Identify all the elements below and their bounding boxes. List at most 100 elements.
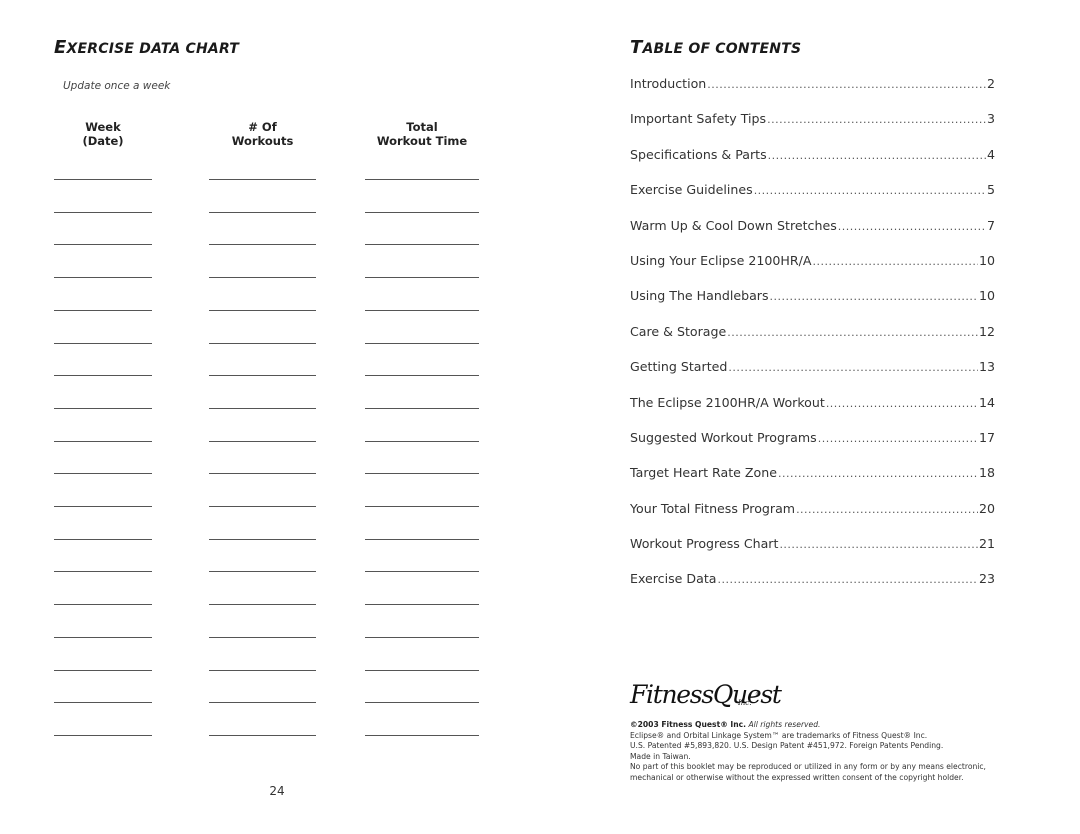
toc-entry: Exercise Data 23	[630, 571, 995, 606]
week-date-blank	[54, 440, 152, 442]
toc-entry: Warm Up & Cool Down Stretches 7	[630, 218, 995, 253]
toc-entry-page: 13	[978, 359, 995, 375]
toc-entry-title: Exercise Data	[630, 571, 717, 587]
toc-entry-page: 10	[978, 252, 995, 268]
workouts-blank	[209, 604, 316, 606]
workouts-blank	[209, 342, 316, 344]
title-initial: E	[54, 37, 67, 58]
toc-entry-page: 18	[978, 465, 995, 481]
toc-entry-title: Suggested Workout Programs	[630, 429, 817, 445]
toc-entry-title: Warm Up & Cool Down Stretches	[630, 217, 837, 233]
workouts-blank	[209, 636, 316, 638]
week-date-blank	[54, 506, 152, 507]
workouts-blank	[209, 375, 316, 377]
workout-time-blank	[365, 604, 479, 606]
column-header-total-time: Total Workout Time	[365, 120, 479, 148]
toc-entry-title: Specifications & Parts	[630, 146, 767, 162]
toc-dot-leader	[779, 538, 978, 551]
toc-entry: Using Your Eclipse 2100HR/A 10	[630, 253, 995, 288]
week-date-blank	[54, 277, 152, 279]
toc-entry: Your Total Fitness Program 20	[630, 501, 995, 536]
week-date-blank	[54, 309, 152, 311]
copyright-line: ©2003 Fitness Quest® Inc. All rights res…	[630, 720, 1030, 731]
toc-entry-page: 20	[978, 500, 995, 516]
workout-time-blank	[365, 506, 479, 507]
toc-dot-leader	[727, 326, 978, 339]
week-date-blank	[54, 702, 152, 704]
title-rest: ABLE OF CONTENTS	[642, 41, 802, 57]
rights-reserved: All rights reserved.	[746, 720, 821, 729]
workouts-blank	[209, 473, 316, 475]
toc-entry-title: Target Heart Rate Zone	[630, 465, 777, 481]
workouts-blank	[209, 407, 316, 409]
workouts-blank	[209, 702, 316, 704]
title-rest: XERCISE DATA CHART	[66, 41, 240, 57]
toc-entry-page: 12	[978, 323, 995, 339]
workouts-blank	[209, 179, 316, 180]
week-date-blank	[54, 375, 152, 377]
toc-entry: Getting Started 13	[630, 359, 995, 394]
patent-line: U.S. Patented #5,893,820. U.S. Design Pa…	[630, 741, 944, 750]
toc-entry: Care & Storage 12	[630, 324, 995, 359]
column-header-line: Total	[406, 120, 438, 134]
toc-dot-leader	[778, 467, 978, 480]
toc-entry-page: 17	[978, 429, 995, 445]
reproduction-notice-line-1: No part of this booklet may be reproduce…	[630, 762, 986, 771]
workout-time-blank	[365, 179, 479, 180]
week-date-blank	[54, 244, 152, 246]
toc-entry-title: Important Safety Tips	[630, 111, 767, 127]
workouts-blank	[209, 734, 316, 736]
toc-dot-leader	[826, 397, 978, 410]
toc-entry-page: 7	[986, 217, 995, 233]
registered-mark-icon: ®	[755, 691, 761, 698]
workout-time-blank	[365, 342, 479, 344]
toc-dot-leader	[770, 290, 978, 303]
workout-time-blank	[365, 702, 479, 704]
week-date-blank	[54, 604, 152, 606]
workouts-blank	[209, 440, 316, 442]
toc-entry: Workout Progress Chart 21	[630, 536, 995, 571]
update-instruction: Update once a week	[63, 80, 171, 92]
toc-entry: Specifications & Parts 4	[630, 147, 995, 182]
toc-entry-title: Introduction	[630, 76, 707, 91]
logo-inc-suffix: Inc.	[738, 699, 752, 707]
week-date-blank	[54, 538, 152, 540]
toc-entry: Exercise Guidelines 5	[630, 182, 995, 217]
toc-entry-title: Your Total Fitness Program	[630, 500, 796, 516]
toc-entry: Suggested Workout Programs 17	[630, 430, 995, 465]
page-number: 24	[269, 784, 285, 798]
toc-dot-leader	[768, 149, 986, 162]
column-header-line: (Date)	[82, 134, 124, 148]
toc-entry-title: Using The Handlebars	[630, 288, 769, 304]
workout-time-blank	[365, 277, 479, 279]
column-header-line: Workouts	[231, 134, 294, 148]
toc-dot-leader	[728, 361, 978, 374]
toc-dot-leader	[796, 503, 978, 516]
toc-entry: Using The Handlebars 10	[630, 288, 995, 323]
workout-time-blank	[365, 473, 479, 475]
workouts-blank	[209, 211, 316, 213]
workout-time-blank	[365, 244, 479, 246]
toc-dot-leader	[838, 220, 986, 233]
toc-entry-title: Using Your Eclipse 2100HR/A	[630, 252, 812, 268]
toc-entry: Target Heart Rate Zone 18	[630, 465, 995, 500]
toc-dot-leader	[767, 113, 986, 126]
toc-entry-title: Exercise Guidelines	[630, 182, 753, 198]
toc-dot-leader	[812, 255, 978, 268]
origin-line: Made in Taiwan.	[630, 751, 691, 761]
toc-entry-page: 4	[986, 146, 995, 162]
toc-list: Introduction 2 Important Safety Tips 3 Speci…	[630, 76, 995, 607]
workout-time-blank	[365, 440, 479, 442]
toc-entry-page: 2	[986, 76, 995, 91]
toc-entry: Important Safety Tips 3	[630, 111, 995, 146]
week-date-blank	[54, 179, 152, 180]
toc-entry-title: Workout Progress Chart	[630, 536, 779, 552]
table-of-contents-title: TABLE OF CONTENTS	[630, 37, 801, 58]
workouts-blank	[209, 309, 316, 311]
week-date-blank	[54, 734, 152, 736]
workout-time-blank	[365, 309, 479, 311]
workouts-blank	[209, 669, 316, 671]
week-date-blank	[54, 473, 152, 475]
copyright-holder: ©2003 Fitness Quest® Inc.	[630, 720, 747, 729]
toc-dot-leader	[717, 573, 977, 586]
